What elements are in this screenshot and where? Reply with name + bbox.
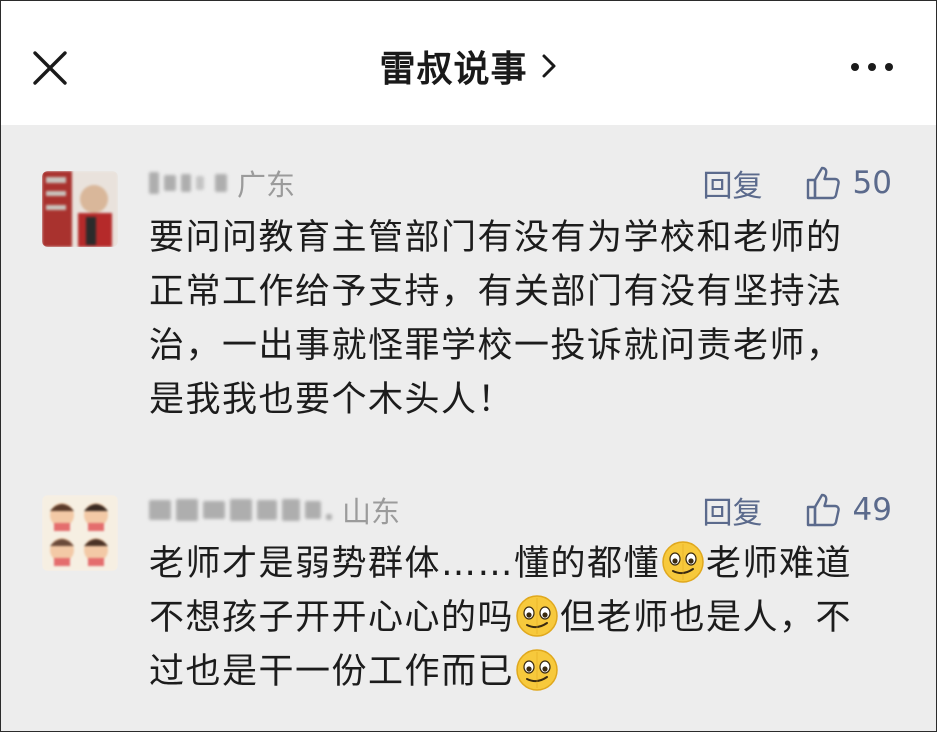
- smirk-emoji-icon: [516, 649, 558, 691]
- avatar[interactable]: [42, 495, 118, 571]
- reply-button[interactable]: 回复: [703, 488, 763, 532]
- text-fragment: 过也是干一份工作而已: [149, 652, 515, 692]
- avatar[interactable]: [42, 171, 118, 247]
- comment-actions: 回复 50: [703, 161, 892, 205]
- username-blurred[interactable]: [149, 172, 227, 194]
- title-group[interactable]: 雷叔说事: [1, 1, 936, 125]
- text-fragment: 不想孩子开开心心的吗: [149, 598, 515, 638]
- app-frame: 雷叔说事 广东 回复 50 要问问教育主管部门有没有为学校和老师的 正常工作给予…: [0, 0, 937, 732]
- location-label: 山东: [342, 495, 401, 529]
- text-fragment: 老师才是弱势群体……懂的都懂: [149, 544, 661, 584]
- smirk-emoji-icon: [662, 541, 704, 583]
- comment-line: 老师才是弱势群体……懂的都懂 老师难道: [149, 537, 904, 591]
- thumbs-up-icon: [806, 493, 840, 527]
- comment-actions: 回复 49: [703, 488, 892, 532]
- smirk-emoji-icon: [516, 595, 558, 637]
- like-button[interactable]: 49: [805, 492, 892, 528]
- comment-line: 要问问教育主管部门有没有为学校和老师的: [149, 218, 843, 258]
- text-fragment: 但老师也是人，不: [560, 598, 853, 638]
- comment-line: 是我我也要个木头人！: [149, 380, 515, 420]
- comment-line: 正常工作给予支持，有关部门有没有坚持法: [149, 272, 843, 312]
- comment-line: 不想孩子开开心心的吗 但老师也是人，不: [149, 591, 904, 645]
- comment-meta: 山东: [149, 490, 400, 530]
- like-count: 49: [852, 492, 892, 528]
- comment-meta: 广东: [149, 163, 295, 203]
- comment-text: 要问问教育主管部门有没有为学校和老师的 正常工作给予支持，有关部门有没有坚持法 …: [149, 211, 904, 427]
- comment-line: 过也是干一份工作而已: [149, 645, 904, 699]
- page-title: 雷叔说事: [379, 49, 528, 90]
- more-icon[interactable]: [847, 57, 897, 77]
- location-label: 广东: [237, 168, 296, 202]
- comment-text: 老师才是弱势群体……懂的都懂 老师难道 不想孩子开开心心的吗 但老师也是人，不 过也…: [149, 537, 904, 699]
- text-fragment: 老师难道: [706, 544, 853, 584]
- username-blurred[interactable]: [149, 499, 332, 521]
- chevron-right-icon: [542, 54, 555, 78]
- reply-button[interactable]: 回复: [703, 161, 763, 205]
- like-count: 50: [852, 165, 892, 201]
- like-button[interactable]: 50: [805, 165, 892, 201]
- comment-line: 治，一出事就怪罪学校一投诉就问责老师，: [149, 326, 843, 366]
- thumbs-up-icon: [806, 166, 840, 200]
- top-bar: 雷叔说事: [1, 1, 936, 125]
